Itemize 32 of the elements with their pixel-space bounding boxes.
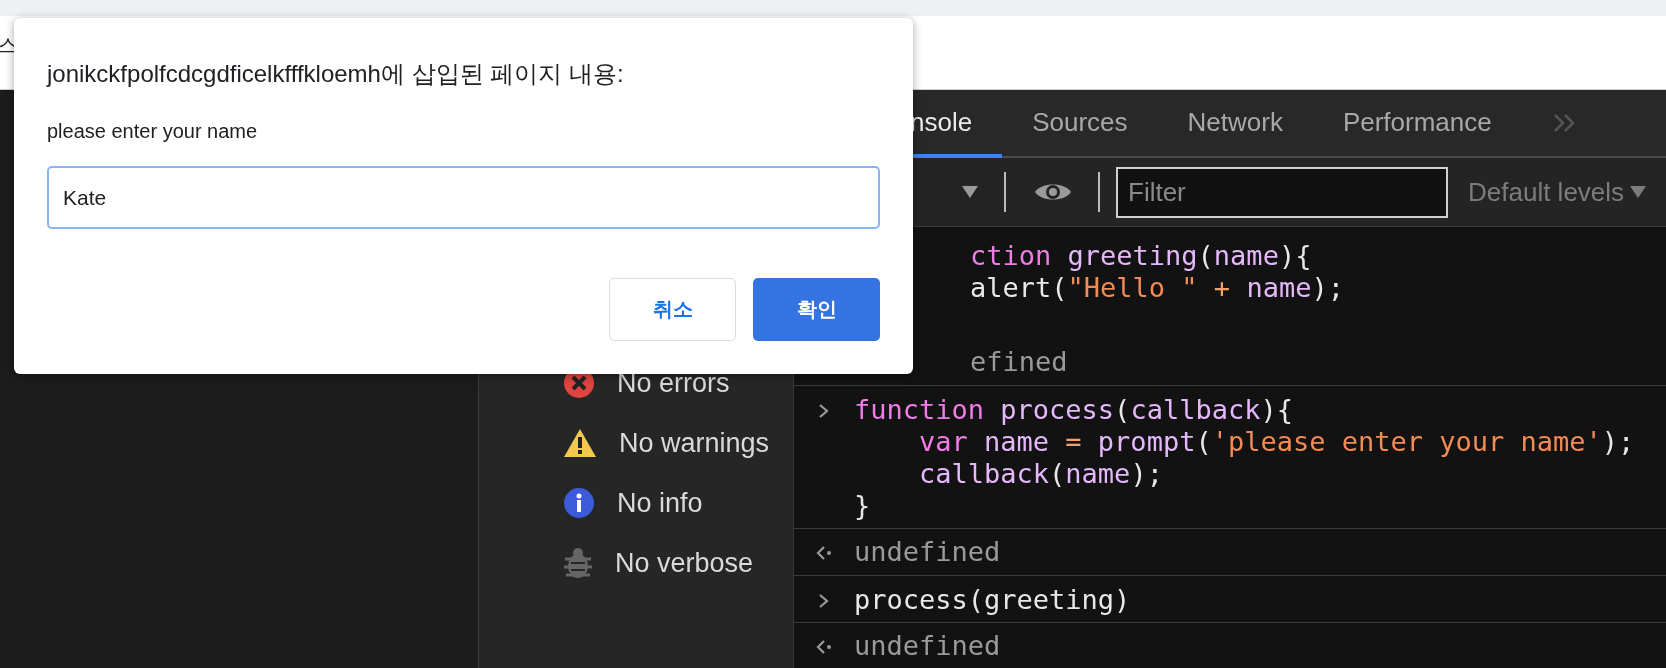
filter-field[interactable]: Filter [1116, 166, 1448, 218]
sidebar-item[interactable]: No verbose [615, 547, 754, 579]
prompt-chevron-icon [818, 593, 830, 609]
code-line: ction greeting(name){ [970, 240, 1313, 272]
devtools-tab[interactable]: Network [1157, 90, 1313, 158]
code-line: efined [970, 346, 1068, 378]
bug-icon [563, 547, 593, 579]
prompt-chevron-icon [818, 403, 830, 419]
code-line: } [854, 490, 872, 522]
sidebar-item[interactable]: No warnings [619, 427, 770, 459]
dropdown-caret-icon[interactable] [1630, 186, 1647, 198]
code-line: process(greeting) [854, 584, 1131, 616]
devtools-tab[interactable]: Sources [1002, 90, 1158, 158]
info-icon [563, 487, 595, 519]
cancel-button[interactable]: 취소 [609, 278, 736, 341]
code-line: var name = prompt('please enter your name'); [918, 426, 1635, 458]
log-levels-dropdown[interactable]: Default levels [1468, 176, 1625, 208]
code-line: undefined [854, 536, 1001, 568]
sidebar-item[interactable]: No info [617, 487, 703, 519]
result-arrow-icon [815, 545, 833, 561]
dialog-title: jonikckfpolfcdcgdficelkfffkloemh에 삽입된 페이지 내용: [47, 59, 625, 89]
warning-icon [563, 428, 597, 458]
code-line: alert("Hello " + name); [970, 272, 1344, 304]
name-input-field[interactable]: Kate [47, 166, 880, 229]
confirm-button[interactable]: 확인 [753, 278, 880, 341]
result-arrow-icon [815, 639, 833, 655]
code-line: undefined [854, 630, 1001, 662]
dropdown-caret-icon[interactable] [962, 186, 978, 198]
code-line: function process(callback){ [854, 394, 1294, 426]
devtools-tab[interactable]: Performance [1312, 90, 1522, 158]
code-line: callback(name); [918, 458, 1164, 490]
dialog-message: please enter your name [47, 119, 259, 143]
